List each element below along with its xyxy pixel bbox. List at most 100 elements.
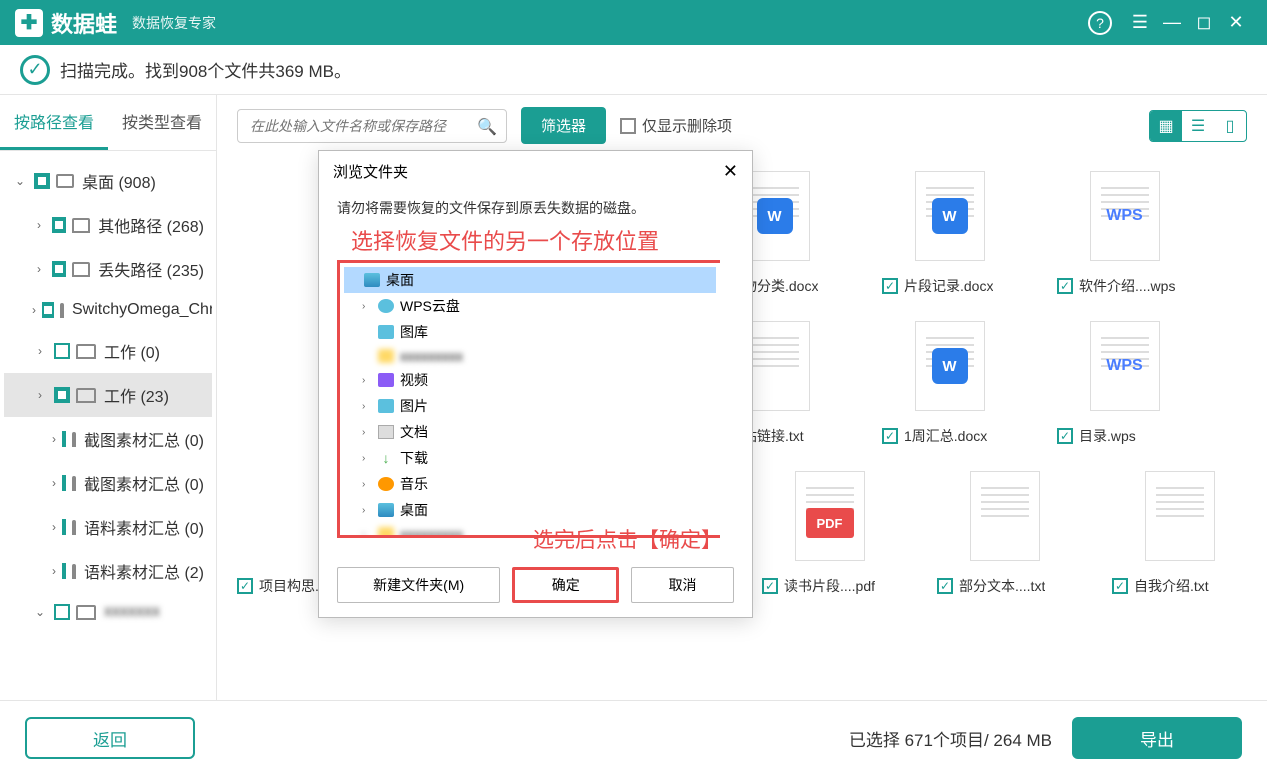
minimize-icon[interactable]: — (1156, 7, 1188, 39)
pic-icon (378, 325, 394, 339)
file-checkbox-icon[interactable]: ✓ (937, 578, 953, 594)
browser-item[interactable]: ›图片 (344, 393, 716, 419)
tree-item[interactable]: ›丢失路径 (235) (4, 247, 212, 291)
browser-item[interactable]: ›↓下载 (344, 445, 716, 471)
checkbox-icon[interactable] (52, 217, 66, 233)
file-checkbox-icon[interactable]: ✓ (1057, 428, 1073, 444)
checkbox-icon[interactable] (62, 519, 66, 535)
down-icon: ↓ (378, 451, 394, 465)
chevron-icon[interactable]: › (52, 432, 56, 446)
file-thumbnail (1130, 466, 1230, 566)
tree-item[interactable]: ›语料素材汇总 (0) (4, 505, 212, 549)
browser-item[interactable]: xxxxxxxxx (344, 345, 716, 367)
file-card[interactable]: WPS✓软件介绍....wps (1057, 166, 1192, 296)
chevron-icon[interactable]: › (52, 476, 56, 490)
checkbox-icon[interactable] (54, 343, 70, 359)
file-thumbnail: W (900, 316, 1000, 416)
checkbox-icon[interactable] (42, 302, 54, 318)
checkbox-icon[interactable] (62, 475, 66, 491)
browser-item-label: 桌面 (386, 270, 414, 290)
file-checkbox-icon[interactable]: ✓ (237, 578, 253, 594)
filter-button[interactable]: 筛选器 (521, 107, 606, 144)
tree-item[interactable]: ⌄桌面 (908) (4, 159, 212, 203)
tree-item-label: 语料素材汇总 (2) (84, 559, 204, 583)
maximize-icon[interactable]: ◻ (1188, 7, 1220, 39)
browser-item[interactable]: ›WPS云盘 (344, 293, 716, 319)
menu-icon[interactable]: ☰ (1124, 7, 1156, 39)
close-icon[interactable]: ✕ (1220, 7, 1252, 39)
file-card[interactable]: PDF✓读书片段....pdf (762, 466, 897, 596)
tree-item-label: xxxxxxx (104, 603, 160, 621)
file-card[interactable]: ✓自我介绍.txt (1112, 466, 1247, 596)
checkbox-icon[interactable] (52, 261, 66, 277)
folder-icon (76, 605, 96, 620)
chevron-icon[interactable]: › (32, 218, 46, 232)
file-checkbox-icon[interactable]: ✓ (882, 428, 898, 444)
chevron-icon[interactable]: › (32, 388, 48, 402)
file-checkbox-icon[interactable]: ✓ (1112, 578, 1128, 594)
vid-icon (378, 373, 394, 387)
tab-by-type[interactable]: 按类型查看 (108, 95, 216, 150)
file-card[interactable]: W✓1周汇总.docx (882, 316, 1017, 446)
folder-icon (72, 564, 76, 579)
tree-item[interactable]: ›工作 (23) (4, 373, 212, 417)
folder-icon (72, 262, 90, 277)
checkbox-icon[interactable] (54, 604, 70, 620)
chevron-icon[interactable]: › (32, 344, 48, 358)
view-grid-icon[interactable]: ▦ (1150, 111, 1182, 141)
browser-item[interactable]: 桌面 (344, 267, 716, 293)
tree-item[interactable]: ›截图素材汇总 (0) (4, 417, 212, 461)
checkbox-icon[interactable] (54, 387, 70, 403)
chevron-icon[interactable]: ⌄ (32, 605, 48, 619)
export-button[interactable]: 导出 (1072, 717, 1242, 759)
tree-item[interactable]: ›SwitchyOmega_Chromium (4, 291, 212, 329)
chevron-icon[interactable]: › (32, 303, 36, 317)
search-input[interactable] (237, 109, 507, 143)
chevron-icon[interactable]: › (52, 564, 56, 578)
search-icon[interactable]: 🔍 (477, 117, 497, 137)
file-thumbnail: WPS (1075, 166, 1175, 266)
checkbox-icon[interactable] (62, 431, 66, 447)
file-checkbox-icon[interactable]: ✓ (882, 278, 898, 294)
file-checkbox-icon[interactable]: ✓ (1057, 278, 1073, 294)
help-icon[interactable]: ? (1088, 11, 1112, 35)
file-name: 片段记录.docx (904, 276, 993, 296)
chevron-icon[interactable]: › (32, 262, 46, 276)
ok-button[interactable]: 确定 (512, 567, 619, 603)
checkbox-icon[interactable] (34, 173, 50, 189)
chevron-icon: › (362, 479, 372, 490)
checkbox-icon[interactable] (62, 563, 66, 579)
file-card[interactable]: WPS✓目录.wps (1057, 316, 1192, 446)
titlebar: ✚ 数据蛙 数据恢复专家 ? ☰ — ◻ ✕ (0, 0, 1267, 45)
browser-item[interactable]: ›音乐 (344, 471, 716, 497)
file-checkbox-icon[interactable]: ✓ (762, 578, 778, 594)
folder-browser[interactable]: 桌面›WPS云盘图库xxxxxxxxx›视频›图片›文档›↓下载›音乐›桌面›x… (337, 260, 720, 538)
search-box: 🔍 (237, 109, 507, 143)
file-card[interactable]: W✓ 片段记录.docx (882, 166, 1017, 296)
show-deleted-checkbox[interactable]: 仅显示删除项 (620, 115, 732, 136)
view-list-icon[interactable]: ☰ (1182, 111, 1214, 141)
file-card[interactable]: ✓部分文本....txt (937, 466, 1072, 596)
tab-by-path[interactable]: 按路径查看 (0, 95, 108, 150)
browser-item[interactable]: ›桌面 (344, 497, 716, 523)
browser-item[interactable]: 图库 (344, 319, 716, 345)
annotation-select-location: 选择恢复文件的另一个存放位置 (337, 224, 734, 256)
tree-item[interactable]: ›截图素材汇总 (0) (4, 461, 212, 505)
tree-item[interactable]: ›其他路径 (268) (4, 203, 212, 247)
chevron-icon[interactable]: › (52, 520, 56, 534)
back-button[interactable]: 返回 (25, 717, 195, 759)
view-detail-icon[interactable]: ▯ (1214, 111, 1246, 141)
file-thumbnail: PDF (780, 466, 880, 566)
browser-item[interactable]: ›视频 (344, 367, 716, 393)
dialog-close-icon[interactable]: ✕ (723, 161, 738, 182)
tree-item[interactable]: ›工作 (0) (4, 329, 212, 373)
file-thumbnail: W (900, 166, 1000, 266)
tree-item[interactable]: › 语料素材汇总 (2) (4, 549, 212, 593)
folder-icon (378, 349, 394, 363)
dialog-title: 浏览文件夹 (333, 161, 408, 182)
tree-item[interactable]: ⌄ xxxxxxx (4, 593, 212, 631)
new-folder-button[interactable]: 新建文件夹(M) (337, 567, 500, 603)
chevron-icon[interactable]: ⌄ (12, 174, 28, 188)
cancel-button[interactable]: 取消 (631, 567, 734, 603)
browser-item[interactable]: ›文档 (344, 419, 716, 445)
